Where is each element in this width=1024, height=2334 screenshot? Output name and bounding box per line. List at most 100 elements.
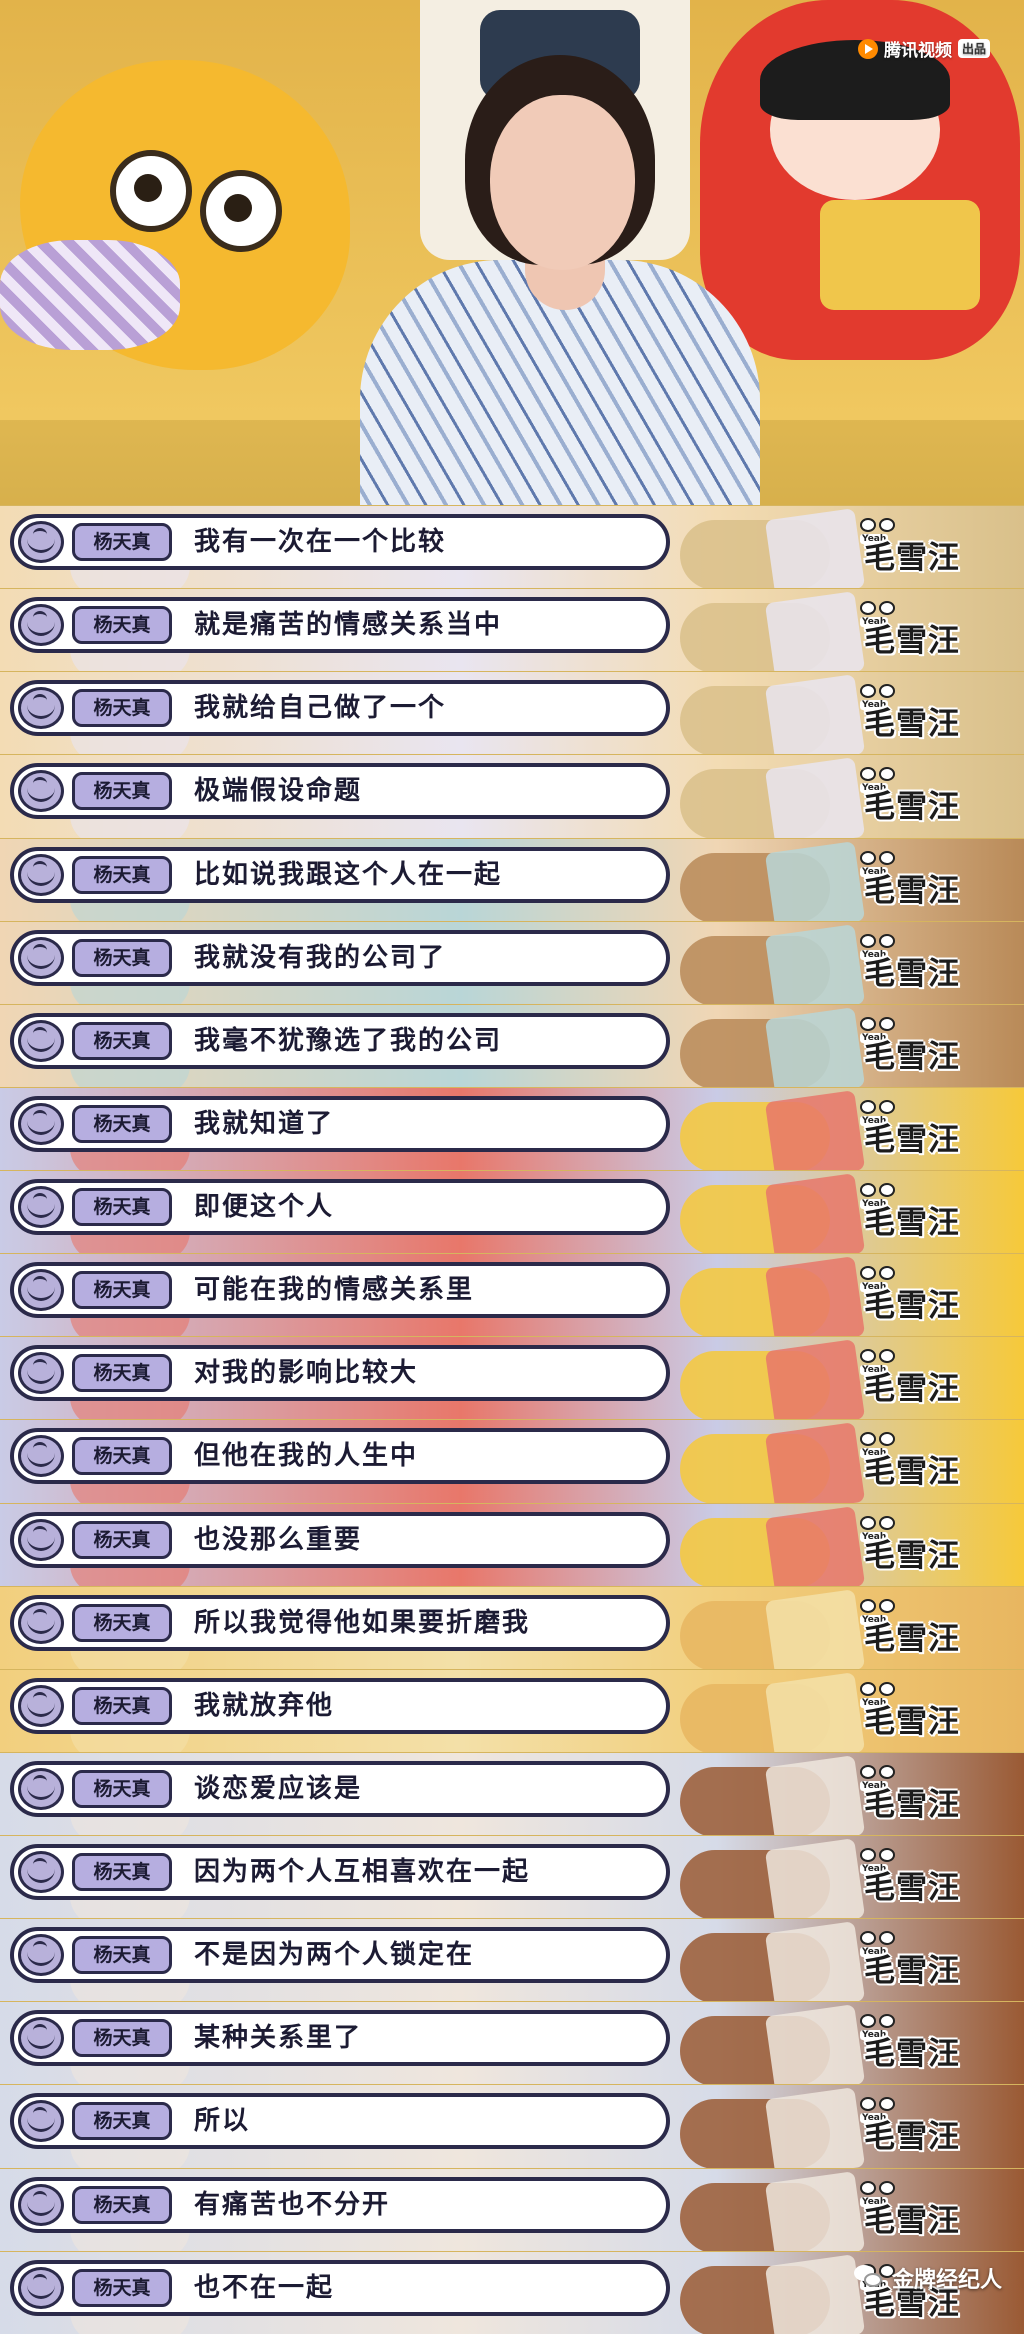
subtitle-text: 就是痛苦的情感关系当中 bbox=[194, 610, 503, 641]
avatar-smile bbox=[27, 1785, 55, 1800]
speaker-name-badge: 杨天真 bbox=[72, 1769, 172, 1808]
subtitle-bubble: 杨天真 不是因为两个人锁定在 bbox=[10, 1927, 670, 1984]
caption-strip: 杨天真 所以 Yeah 毛雪汪 bbox=[0, 2084, 1024, 2168]
caption-strip: 杨天真 我有一次在一个比较 Yeah 毛雪汪 bbox=[0, 505, 1024, 589]
speaker-name-badge: 杨天真 bbox=[72, 1936, 172, 1975]
caption-strip: 杨天真 有痛苦也不分开 Yeah 毛雪汪 bbox=[0, 2167, 1024, 2251]
speaker-name-badge: 杨天真 bbox=[72, 2019, 172, 2058]
avatar-smile bbox=[27, 1203, 55, 1218]
speaker-avatar-icon bbox=[18, 1352, 64, 1395]
subtitle-text: 某种关系里了 bbox=[194, 2023, 363, 2054]
subtitle-bubble: 杨天真 所以 bbox=[10, 2093, 670, 2150]
show-logo: Yeah 毛雪汪 bbox=[860, 1764, 980, 1823]
speaker-name-badge: 杨天真 bbox=[72, 1520, 172, 1559]
caption-strip: 杨天真 我就知道了 Yeah 毛雪汪 bbox=[0, 1086, 1024, 1170]
strip-object bbox=[764, 1006, 866, 1087]
subtitle-text: 也不在一起 bbox=[194, 2272, 335, 2303]
speaker-avatar-icon bbox=[18, 521, 64, 563]
avatar-smile bbox=[27, 1452, 55, 1468]
speaker-name-badge: 杨天真 bbox=[72, 606, 172, 645]
avatar-smile bbox=[27, 1951, 55, 1967]
show-logo: Yeah 毛雪汪 bbox=[860, 1183, 980, 1241]
speaker-avatar-icon bbox=[18, 1186, 64, 1228]
caption-strip: 杨天真 即便这个人 Yeah 毛雪汪 bbox=[0, 1170, 1024, 1254]
subtitle-text: 但他在我的人生中 bbox=[194, 1441, 419, 1472]
caption-strip: 杨天真 也没那么重要 Yeah 毛雪汪 bbox=[0, 1502, 1024, 1586]
strip-object bbox=[764, 1090, 866, 1170]
speaker-avatar-icon bbox=[18, 1435, 64, 1478]
strip-object bbox=[764, 1422, 866, 1503]
strip-object bbox=[764, 1838, 866, 1919]
logo-text: 毛雪汪 bbox=[864, 1205, 960, 1241]
show-logo: Yeah 毛雪汪 bbox=[860, 1349, 980, 1407]
subtitle-bubble: 杨天真 我就没有我的公司了 bbox=[10, 929, 670, 986]
logo-text: 毛雪汪 bbox=[864, 1703, 960, 1740]
logo-text: 毛雪汪 bbox=[864, 1786, 960, 1823]
speaker-avatar-icon bbox=[18, 604, 64, 647]
avatar-smile bbox=[27, 538, 55, 553]
caption-strip: 杨天真 谈恋爱应该是 Yeah 毛雪汪 bbox=[0, 1751, 1024, 1835]
subtitle-text: 所以 bbox=[194, 2106, 251, 2137]
strip-object bbox=[764, 1339, 866, 1420]
strip-object bbox=[764, 674, 866, 755]
caption-strip: 杨天真 但他在我的人生中 Yeah 毛雪汪 bbox=[0, 1419, 1024, 1503]
avatar-smile bbox=[27, 1037, 55, 1052]
strip-object bbox=[764, 923, 866, 1004]
speaker-avatar-icon bbox=[18, 1934, 64, 1977]
striped-cushion bbox=[0, 240, 180, 350]
show-logo: Yeah 毛雪汪 bbox=[860, 2014, 980, 2072]
speaker-name-badge: 杨天真 bbox=[72, 2185, 172, 2224]
speaker-name-badge: 杨天真 bbox=[72, 1271, 172, 1310]
subtitle-bubble: 杨天真 我毫不犹豫选了我的公司 bbox=[10, 1012, 670, 1069]
logo-text: 毛雪汪 bbox=[864, 1953, 960, 1990]
speaker-avatar-icon bbox=[18, 2266, 64, 2309]
speaker-avatar-icon bbox=[18, 770, 64, 813]
speaker-avatar-icon bbox=[18, 936, 64, 979]
speaker-name-badge: 杨天真 bbox=[72, 1188, 172, 1226]
show-logo: Yeah 毛雪汪 bbox=[860, 1266, 980, 1324]
subtitle-bubble: 杨天真 即便这个人 bbox=[10, 1179, 670, 1235]
show-logo: Yeah 毛雪汪 bbox=[860, 1515, 980, 1574]
caption-strip: 杨天真 因为两个人互相喜欢在一起 Yeah 毛雪汪 bbox=[0, 1835, 1024, 1919]
show-logo: Yeah 毛雪汪 bbox=[860, 1432, 980, 1490]
speaker-avatar-icon bbox=[18, 1851, 64, 1893]
strip-object bbox=[764, 1173, 866, 1254]
logo-text: 毛雪汪 bbox=[864, 1038, 960, 1075]
caption-strip: 杨天真 我就放弃他 Yeah 毛雪汪 bbox=[0, 1668, 1024, 1752]
speaker-name-badge: 杨天真 bbox=[72, 1686, 172, 1725]
speaker-avatar-icon bbox=[18, 1019, 64, 1062]
wechat-icon bbox=[853, 2265, 884, 2291]
avatar-smile bbox=[27, 704, 55, 720]
caption-strip: 杨天真 不是因为两个人锁定在 Yeah 毛雪汪 bbox=[0, 1918, 1024, 2002]
logo-text: 毛雪汪 bbox=[864, 1288, 960, 1325]
yellow-plush-toy bbox=[0, 60, 350, 370]
logo-text: 毛雪汪 bbox=[864, 2202, 960, 2239]
avatar-smile bbox=[27, 954, 55, 969]
speaker-avatar-icon bbox=[18, 1684, 64, 1727]
subtitle-text: 我毫不犹豫选了我的公司 bbox=[194, 1025, 503, 1056]
avatar-smile bbox=[27, 1536, 55, 1551]
show-logo: Yeah 毛雪汪 bbox=[860, 1598, 980, 1657]
subtitle-text: 即便这个人 bbox=[194, 1192, 335, 1222]
show-logo: Yeah 毛雪汪 bbox=[860, 1931, 980, 1989]
subtitle-bubble: 杨天真 我就知道了 bbox=[10, 1095, 670, 1152]
subtitle-bubble: 杨天真 比如说我跟这个人在一起 bbox=[10, 846, 670, 903]
subtitle-bubble: 杨天真 我有一次在一个比较 bbox=[10, 514, 670, 570]
show-logo: Yeah 毛雪汪 bbox=[860, 601, 980, 659]
strip-object bbox=[764, 1588, 866, 1669]
speaker-name-badge: 杨天真 bbox=[72, 523, 172, 561]
speaker-avatar-icon bbox=[18, 687, 64, 730]
caption-strip: 杨天真 比如说我跟这个人在一起 Yeah 毛雪汪 bbox=[0, 837, 1024, 921]
strip-object bbox=[764, 2087, 866, 2168]
subtitle-bubble: 杨天真 极端假设命题 bbox=[10, 763, 670, 820]
subtitle-bubble: 杨天真 谈恋爱应该是 bbox=[10, 1760, 670, 1817]
show-logo: Yeah 毛雪汪 bbox=[860, 1848, 980, 1906]
logo-text: 毛雪汪 bbox=[864, 2036, 960, 2073]
video-frame-top: 腾讯视频 出品 bbox=[0, 0, 1024, 505]
avatar-smile bbox=[27, 871, 55, 886]
subtitle-text: 也没那么重要 bbox=[194, 1524, 363, 1555]
avatar-smile bbox=[27, 621, 55, 637]
avatar-smile bbox=[27, 787, 55, 803]
play-logo-icon bbox=[857, 38, 878, 59]
avatar-smile bbox=[27, 1868, 55, 1883]
